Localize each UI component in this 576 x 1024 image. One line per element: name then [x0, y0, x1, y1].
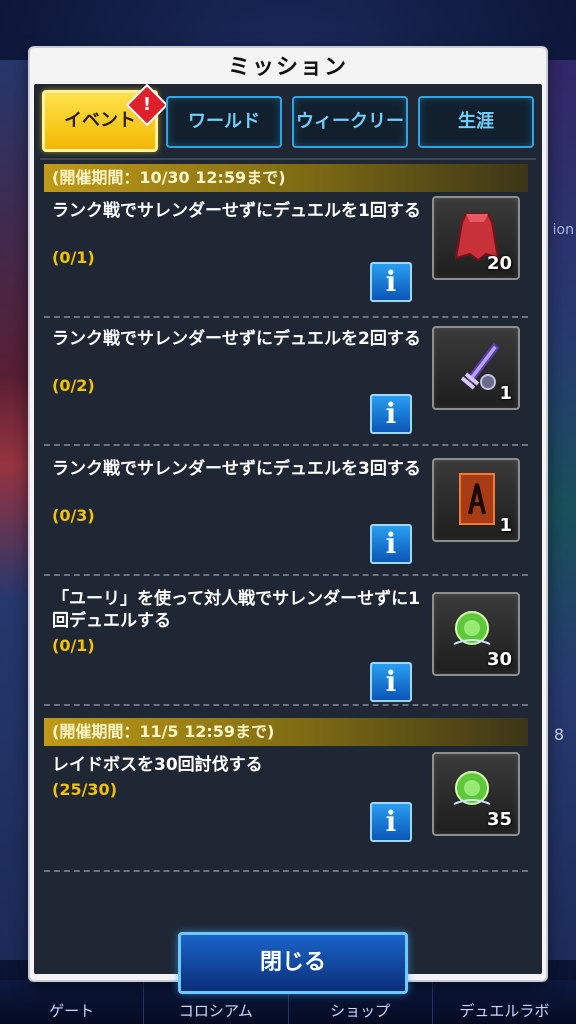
mission-list[interactable]: (開催期間：10/30 12:59まで) ランク戦でサレンダーせずにデュエルを1… — [44, 164, 534, 884]
nav-gate[interactable]: ゲート — [0, 980, 145, 1024]
mission-item: レイドボスを30回討伐する (25/30) i 35 — [44, 746, 528, 872]
period-header: (開催期間：10/30 12:59まで) — [44, 164, 528, 192]
mission-item: ランク戦でサレンダーせずにデュエルを1回する (0/1) i 20 — [44, 192, 528, 318]
mission-tabs: イベント ! ワールド ウィークリー 生涯 — [40, 83, 536, 154]
background-text: ion — [552, 222, 574, 238]
reward-item[interactable]: 1 — [432, 326, 520, 410]
sword-icon — [460, 342, 500, 390]
reward-item[interactable]: 35 — [432, 752, 520, 836]
nav-duel-lab[interactable]: デュエルラボ — [433, 980, 576, 1024]
mission-text: ランク戦でサレンダーせずにデュエルを2回する — [52, 329, 421, 349]
tab-lifetime[interactable]: 生涯 — [418, 96, 534, 148]
mission-text: レイドボスを30回討伐する — [52, 755, 263, 775]
card-sleeve-icon — [459, 473, 495, 525]
reward-count: 35 — [486, 809, 512, 830]
mission-item: ランク戦でサレンダーせずにデュエルを3回する (0/3) i 1 — [44, 450, 528, 576]
mission-progress: (0/1) — [52, 636, 95, 655]
reward-count: 1 — [499, 515, 512, 536]
close-button[interactable]: 閉じる — [178, 932, 408, 994]
alert-icon: ! — [142, 94, 152, 115]
reward-count: 30 — [486, 649, 512, 670]
tab-divider — [40, 158, 536, 160]
mission-progress: (0/2) — [52, 376, 95, 395]
dialog-body: イベント ! ワールド ウィークリー 生涯 (開催期間：10/30 12:59ま… — [34, 83, 542, 994]
background-art-right — [542, 60, 576, 960]
mission-item: ランク戦でサレンダーせずにデュエルを2回する (0/2) i 1 — [44, 320, 528, 446]
dialog-title: ミッション — [227, 55, 348, 80]
mission-dialog: ミッション イベント ! ワールド ウィークリー 生涯 (開催期間：10/30 … — [30, 48, 546, 994]
reward-item[interactable]: 1 — [432, 458, 520, 542]
mission-text: 「ユーリ」を使って対人戦でサレンダーせずに1回デュエルする — [52, 589, 420, 631]
info-button[interactable]: i — [370, 262, 412, 302]
info-button[interactable]: i — [370, 802, 412, 842]
tab-weekly[interactable]: ウィークリー — [292, 96, 408, 148]
period-header: (開催期間：11/5 12:59まで) — [44, 718, 528, 746]
reward-count: 20 — [486, 253, 512, 274]
tab-world[interactable]: ワールド — [166, 96, 282, 148]
mission-progress: (0/3) — [52, 506, 95, 525]
info-button[interactable]: i — [370, 524, 412, 564]
reward-item[interactable]: 30 — [432, 592, 520, 676]
mission-progress: (25/30) — [52, 780, 117, 799]
reward-count: 1 — [499, 383, 512, 404]
mission-text: ランク戦でサレンダーせずにデュエルを1回する — [52, 201, 421, 221]
mission-text: ランク戦でサレンダーせずにデュエルを3回する — [52, 459, 421, 479]
info-button[interactable]: i — [370, 394, 412, 434]
mission-progress: (0/1) — [52, 248, 95, 267]
reward-item[interactable]: 20 — [432, 196, 520, 280]
mission-item: 「ユーリ」を使って対人戦でサレンダーせずに1回デュエルする (0/1) i 30 — [44, 580, 528, 706]
background-number: 8 — [553, 725, 564, 744]
info-button[interactable]: i — [370, 662, 412, 702]
